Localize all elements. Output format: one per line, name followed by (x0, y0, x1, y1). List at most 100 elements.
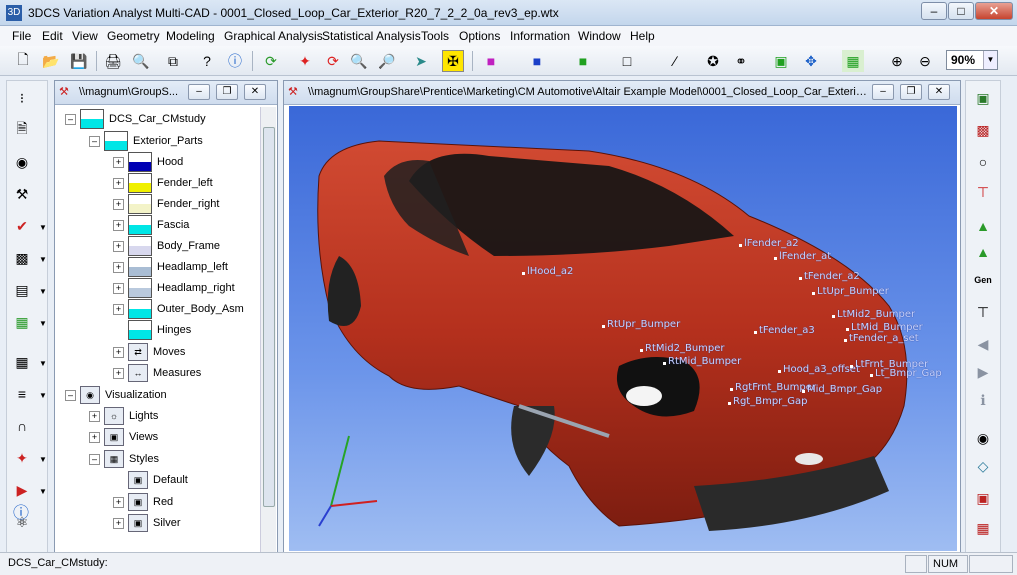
shaded-view-icon[interactable]: ■ (526, 50, 548, 72)
tree-minimize-button[interactable]: – (188, 84, 210, 100)
data-icon[interactable]: 🗎 (11, 119, 33, 141)
select-icon[interactable]: ✠ (442, 50, 464, 72)
box-view-icon[interactable]: □ (616, 50, 638, 72)
tree-item-headlamp-right[interactable]: + Headlamp_right (113, 278, 235, 298)
tree-item-moves[interactable]: + ⇄ Moves (113, 342, 185, 362)
cube-icon[interactable]: ▣ (972, 87, 994, 109)
tree-scrollbar[interactable] (260, 107, 276, 553)
part-view-icon[interactable]: ▩ (972, 119, 994, 141)
tools-icon[interactable]: ⚒ (11, 183, 33, 205)
tree-item-fascia[interactable]: + Fascia (113, 215, 189, 235)
menu-information[interactable]: Information (510, 29, 570, 43)
copy-icon[interactable]: ⧉ (162, 50, 184, 72)
export-report-icon[interactable]: ▦ (972, 517, 994, 539)
scrollbar-thumb[interactable] (263, 127, 275, 507)
print-icon[interactable]: 🖨 (102, 50, 124, 72)
view-close-button[interactable]: ✕ (928, 84, 950, 100)
scene-label[interactable]: tFender_a2 (799, 271, 860, 282)
open-folder-icon[interactable]: 📂 (40, 50, 62, 72)
link-icon[interactable]: ⚭ (730, 50, 752, 72)
menu-modeling[interactable]: Modeling (166, 29, 215, 43)
scene-label[interactable]: Hood_a3_offset (778, 364, 860, 375)
zoom-plus-icon[interactable]: 🔎 (376, 50, 398, 72)
part-icon[interactable]: ▣ (770, 50, 792, 72)
maximize-button[interactable]: □ (948, 2, 974, 20)
check-icon[interactable]: ✔ (11, 215, 33, 237)
flag-icon[interactable]: ▶ (11, 479, 33, 501)
scene-label[interactable]: Lt_Bmpr_Gap (870, 368, 942, 379)
close-button[interactable]: ✕ (975, 2, 1013, 20)
tree-item-outer-body-asm[interactable]: + Outer_Body_Asm (113, 299, 244, 319)
menu-edit[interactable]: Edit (42, 29, 63, 43)
zoom-icon[interactable]: 🔍 (348, 50, 370, 72)
rotate-icon[interactable]: ⟳ (322, 50, 344, 72)
grid-icon[interactable]: ▦ (842, 50, 864, 72)
tree-item-hinges[interactable]: Hinges (128, 320, 191, 340)
eye-icon[interactable]: ◉ (972, 427, 994, 449)
feature-icon[interactable]: ✪ (702, 50, 724, 72)
tree-item-style-default[interactable]: ▣ Default (113, 470, 188, 490)
scene-label[interactable]: RtUpr_Bumper (601, 319, 680, 330)
menu-tools[interactable]: Tools (421, 29, 449, 43)
scene-label[interactable]: RtMid2_Bumper (640, 343, 725, 354)
save-icon[interactable]: 💾 (68, 50, 90, 72)
fit-icon[interactable]: ✦ (294, 50, 316, 72)
refresh-icon[interactable]: ⟳ (260, 50, 282, 72)
tree-item-visualization[interactable]: – ◉ Visualization (65, 385, 167, 405)
menu-file[interactable]: File (12, 29, 31, 43)
tree-item-style-red[interactable]: + ▣ Red (113, 492, 173, 512)
zoom-select[interactable]: 90% ▼ (946, 50, 998, 70)
line-icon[interactable]: ∕ (664, 50, 686, 72)
binoculars-icon[interactable]: ◉ (11, 151, 33, 173)
scene-label[interactable]: LtMid_Bumper (846, 322, 923, 333)
zoom-out-icon[interactable]: ⊖ (914, 50, 936, 72)
scene-label[interactable]: Mid_Bmpr_Gap (801, 384, 882, 395)
tree-item-measures[interactable]: + ↔ Measures (113, 363, 201, 383)
magnet-icon[interactable]: ∩ (11, 415, 33, 437)
menu-help[interactable]: Help (630, 29, 655, 43)
print-preview-icon[interactable]: 🔍 (130, 50, 152, 72)
pan-icon[interactable]: ➤ (410, 50, 432, 72)
tree-item-lights[interactable]: + ☼ Lights (89, 406, 158, 426)
scene-label[interactable]: RtMid_Bumper (662, 356, 741, 367)
tree-close-button[interactable]: ✕ (244, 84, 266, 100)
triangle-icon[interactable]: ▲ (972, 215, 994, 237)
report-icon[interactable]: ▣ (972, 487, 994, 509)
tree-item-style-silver[interactable]: + ▣ Silver (113, 513, 181, 533)
view-minimize-button[interactable]: – (872, 84, 894, 100)
circle-icon[interactable]: ○ (972, 151, 994, 173)
info-icon[interactable]: ℹ (972, 389, 994, 411)
gen-icon[interactable]: Gen (972, 269, 994, 291)
scene-label[interactable]: LtMid2_Bumper (831, 309, 915, 320)
forward-arrow-icon[interactable]: ▶ (972, 361, 994, 383)
scene-label[interactable]: lHood_a2 (521, 266, 573, 277)
3d-viewport[interactable]: lHood_a2 lFender_a2 lFender_at tFender_a… (289, 106, 957, 551)
move-icon[interactable]: ✦ (11, 447, 33, 469)
chevron-down-icon[interactable]: ▼ (983, 51, 997, 69)
scene-label[interactable]: lFender_at (773, 251, 831, 262)
view-restore-button[interactable]: ❐ (900, 84, 922, 100)
measure-icon[interactable]: ≡ (11, 383, 33, 405)
menu-statistical-analysis[interactable]: Statistical Analysis (322, 29, 421, 43)
plot-icon[interactable]: ⊤ (972, 301, 994, 323)
tree-item-headlamp-left[interactable]: + Headlamp_left (113, 257, 228, 277)
scene-label[interactable]: lFender_a2 (739, 238, 799, 249)
help-cursor-icon[interactable]: ? (196, 50, 218, 72)
scene-label[interactable]: tFender_a_set (844, 333, 919, 344)
help-icon[interactable]: ⓘ (224, 50, 246, 72)
tree-item-body-frame[interactable]: + Body_Frame (113, 236, 220, 256)
minimize-button[interactable]: – (921, 2, 947, 20)
back-arrow-icon[interactable]: ◀ (972, 333, 994, 355)
tree-restore-button[interactable]: ❐ (216, 84, 238, 100)
wire-view-icon[interactable]: ■ (572, 50, 594, 72)
tree-root[interactable]: – DCS_Car_CMstudy (65, 109, 206, 129)
tree-item-hood[interactable]: + Hood (113, 152, 183, 172)
tree-item-fender-left[interactable]: + Fender_left (113, 173, 213, 193)
menu-graphical-analysis[interactable]: Graphical Analysis (224, 29, 323, 43)
menu-window[interactable]: Window (578, 29, 621, 43)
grid-tool-icon[interactable]: ▦ (11, 351, 33, 373)
scene-label[interactable]: Rgt_Bmpr_Gap (728, 396, 808, 407)
tree-item-fender-right[interactable]: + Fender_right (113, 194, 219, 214)
points-icon[interactable]: ⁝ (11, 87, 33, 109)
export-icon[interactable]: ▦ (11, 311, 33, 333)
